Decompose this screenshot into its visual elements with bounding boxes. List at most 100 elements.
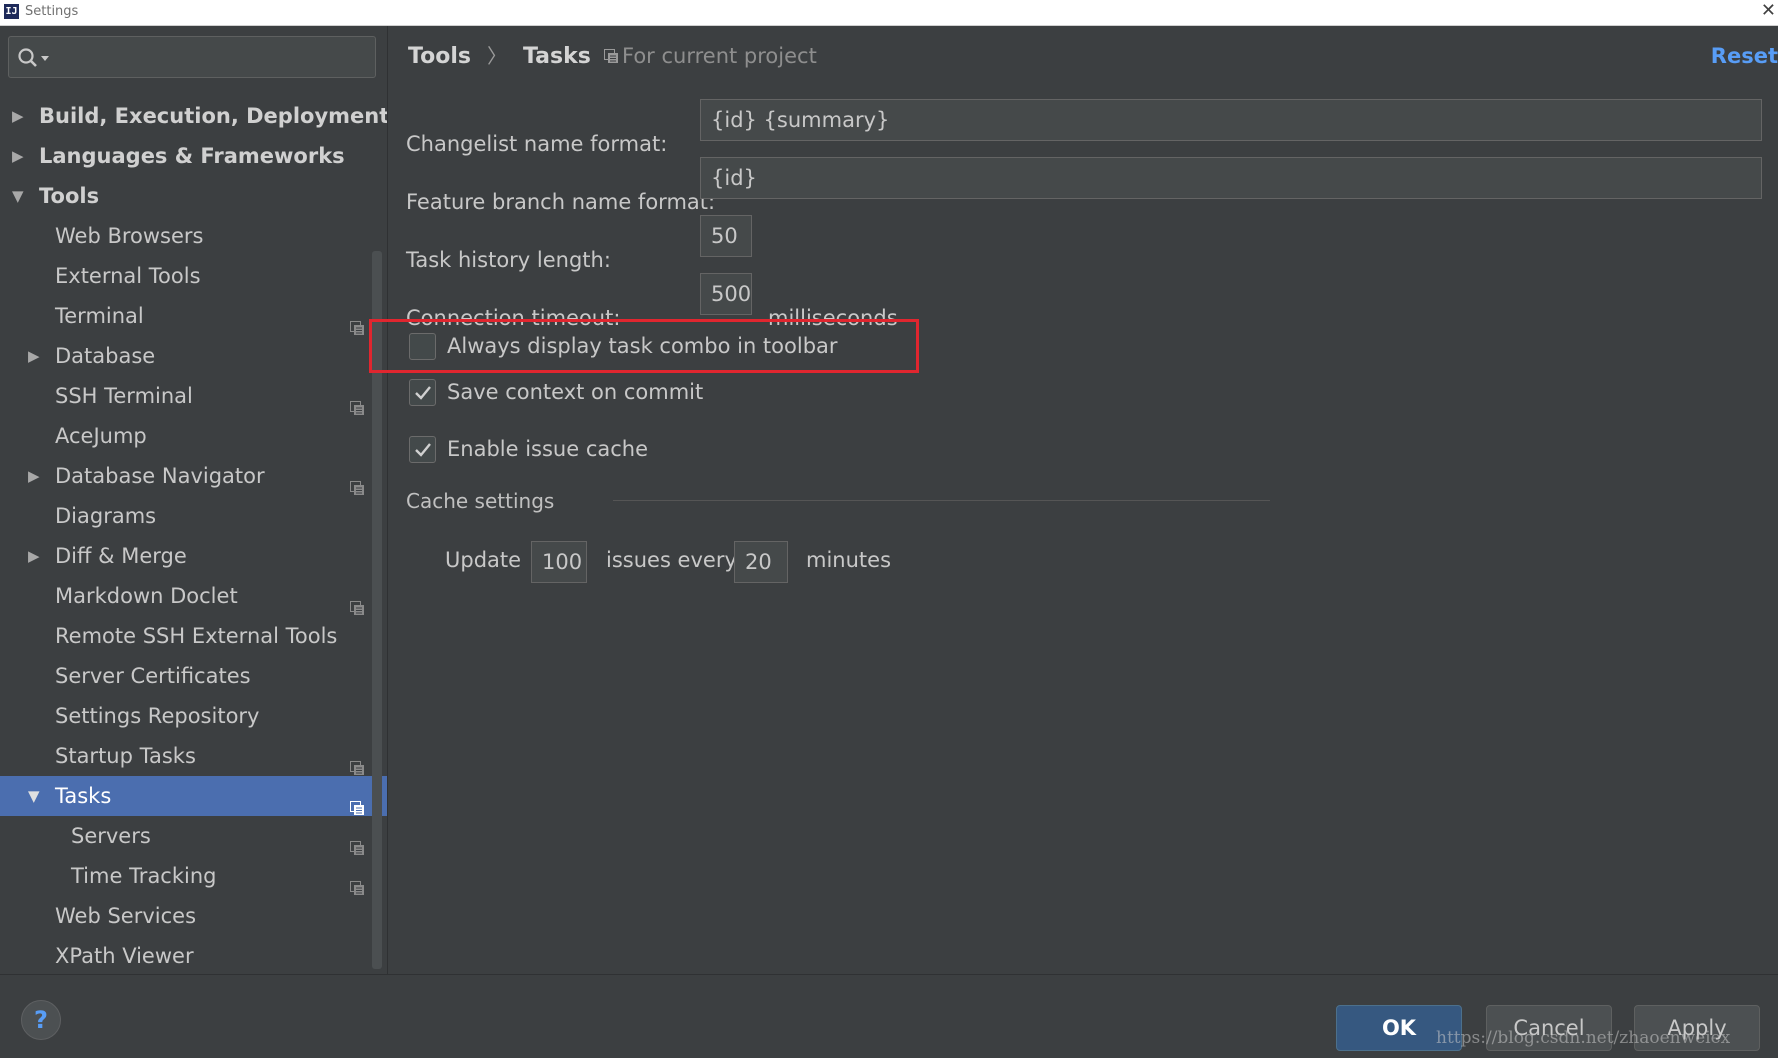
task-history-length-field[interactable]: 50 bbox=[700, 215, 752, 257]
sidebar-item-label: Tasks bbox=[55, 784, 112, 808]
sidebar-item-label: Languages & Frameworks bbox=[39, 144, 345, 168]
breadcrumb-tasks: Tasks bbox=[522, 44, 591, 69]
sidebar-item-label: Web Browsers bbox=[55, 224, 204, 248]
help-button[interactable]: ? bbox=[21, 1000, 61, 1040]
sidebar-item-label: Startup Tasks bbox=[55, 744, 196, 768]
project-scope-icon bbox=[350, 309, 365, 335]
settings-sidebar: ▶ Build, Execution, Deployment ▶ Languages … bbox=[0, 26, 390, 976]
project-scope-icon bbox=[350, 789, 365, 815]
sidebar-item-ssh-terminal[interactable]: SSH Terminal bbox=[0, 376, 387, 416]
always-display-checkbox-box[interactable] bbox=[409, 333, 436, 360]
save-context-on-commit-checkbox[interactable]: Save context on commit bbox=[409, 377, 809, 407]
enable-cache-checkbox-box[interactable] bbox=[409, 436, 436, 463]
cache-settings-title: Cache settings bbox=[406, 489, 555, 513]
enable-issue-cache-checkbox[interactable]: Enable issue cache bbox=[409, 434, 809, 464]
collapsed-arrow-icon[interactable]: ▶ bbox=[12, 136, 24, 176]
always-display-task-combo-checkbox[interactable]: Always display task combo in toolbar bbox=[409, 331, 909, 361]
update-count-field[interactable]: 100 bbox=[531, 541, 587, 583]
issues-every-label: issues every bbox=[606, 548, 737, 572]
window-title: Settings bbox=[25, 4, 79, 19]
project-scope-icon bbox=[350, 749, 365, 775]
changelist-format-field[interactable]: {id} {summary} bbox=[700, 99, 1762, 141]
enable-cache-checkbox-label[interactable]: Enable issue cache bbox=[447, 434, 648, 464]
sidebar-item-build-execution-deployment[interactable]: ▶ Build, Execution, Deployment bbox=[0, 96, 390, 136]
project-scope-icon bbox=[604, 49, 618, 63]
save-context-checkbox-box[interactable] bbox=[409, 379, 436, 406]
feature-branch-format-label: Feature branch name format: bbox=[406, 190, 716, 214]
feature-branch-format-field[interactable]: {id} bbox=[700, 157, 1762, 199]
watermark-text: https://blog.csdn.net/zhaoenweiex bbox=[1436, 1028, 1731, 1048]
sidebar-item-diagrams[interactable]: Diagrams bbox=[0, 496, 387, 536]
sidebar-item-label: Markdown Doclet bbox=[55, 584, 238, 608]
sidebar-item-label: AceJump bbox=[55, 424, 147, 448]
collapsed-arrow-icon[interactable]: ▶ bbox=[12, 96, 24, 136]
collapsed-arrow-icon[interactable]: ▶ bbox=[28, 336, 40, 376]
intellij-app-icon: IJ bbox=[4, 4, 19, 19]
reset-link[interactable]: Reset bbox=[1711, 41, 1778, 71]
settings-tree: ▶ Build, Execution, Deployment ▶ Languages … bbox=[0, 96, 390, 976]
sidebar-item-web-browsers[interactable]: Web Browsers bbox=[0, 216, 387, 256]
sidebar-item-label: Server Certificates bbox=[55, 664, 251, 688]
sidebar-item-database[interactable]: ▶ Database bbox=[0, 336, 387, 376]
minutes-label: minutes bbox=[806, 548, 892, 572]
project-scope-icon bbox=[350, 589, 365, 615]
changelist-format-label: Changelist name format: bbox=[406, 132, 668, 156]
sidebar-item-label: Diff & Merge bbox=[55, 544, 187, 568]
sidebar-item-remote-ssh-external-tools[interactable]: Remote SSH External Tools bbox=[0, 616, 387, 656]
sidebar-item-label: Database Navigator bbox=[55, 464, 265, 488]
collapsed-arrow-icon[interactable]: ▶ bbox=[28, 536, 40, 576]
sidebar-item-external-tools[interactable]: External Tools bbox=[0, 256, 387, 296]
always-display-checkbox-label[interactable]: Always display task combo in toolbar bbox=[447, 331, 838, 361]
sidebar-item-label: Terminal bbox=[55, 304, 144, 328]
sidebar-item-settings-repository[interactable]: Settings Repository bbox=[0, 696, 387, 736]
sidebar-item-label: Servers bbox=[71, 824, 151, 848]
dialog-footer: ? OK Cancel Apply https://blog.csdn.net/… bbox=[0, 974, 1778, 1058]
sidebar-item-label: Remote SSH External Tools bbox=[55, 624, 338, 648]
sidebar-item-label: Database bbox=[55, 344, 156, 368]
project-scope-icon bbox=[350, 389, 365, 415]
expanded-arrow-icon[interactable]: ▼ bbox=[12, 176, 24, 216]
sidebar-item-label: Time Tracking bbox=[71, 864, 217, 888]
sidebar-item-acejump[interactable]: AceJump bbox=[0, 416, 387, 456]
search-icon[interactable] bbox=[17, 46, 53, 70]
sidebar-item-startup-tasks[interactable]: Startup Tasks bbox=[0, 736, 387, 776]
sidebar-item-time-tracking[interactable]: Time Tracking bbox=[0, 856, 387, 896]
scope-indicator: For current project bbox=[604, 41, 817, 71]
sidebar-item-terminal[interactable]: Terminal bbox=[0, 296, 387, 336]
connection-timeout-field[interactable]: 500 bbox=[700, 273, 752, 315]
sidebar-item-xpath-viewer[interactable]: XPath Viewer bbox=[0, 936, 387, 976]
update-label: Update bbox=[445, 548, 522, 572]
sidebar-item-label: SSH Terminal bbox=[55, 384, 193, 408]
sidebar-item-server-certificates[interactable]: Server Certificates bbox=[0, 656, 387, 696]
sidebar-item-label: Build, Execution, Deployment bbox=[39, 104, 390, 128]
sidebar-item-label: Settings Repository bbox=[55, 704, 260, 728]
checkmark-icon bbox=[415, 443, 431, 457]
save-context-checkbox-label[interactable]: Save context on commit bbox=[447, 377, 703, 407]
tasks-settings-panel: Tools 〉 Tasks For current project Reset Ch… bbox=[369, 26, 1778, 974]
sidebar-item-label: Diagrams bbox=[55, 504, 157, 528]
settings-search-input[interactable] bbox=[8, 36, 376, 78]
breadcrumb-separator-icon: 〉 bbox=[486, 44, 507, 68]
sidebar-item-database-navigator[interactable]: ▶ Database Navigator bbox=[0, 456, 387, 496]
update-minutes-field[interactable]: 20 bbox=[734, 541, 788, 583]
breadcrumb-tools: Tools bbox=[408, 44, 471, 69]
sidebar-item-tools[interactable]: ▼ Tools bbox=[0, 176, 387, 216]
checkmark-icon bbox=[415, 386, 431, 400]
cache-settings-separator bbox=[613, 500, 1270, 501]
close-icon[interactable]: ✕ bbox=[1761, 1, 1776, 21]
sidebar-item-label: Tools bbox=[39, 184, 100, 208]
collapsed-arrow-icon[interactable]: ▶ bbox=[28, 456, 40, 496]
sidebar-item-markdown-doclet[interactable]: Markdown Doclet bbox=[0, 576, 387, 616]
sidebar-item-web-services[interactable]: Web Services bbox=[0, 896, 387, 936]
scope-label: For current project bbox=[622, 44, 817, 68]
sidebar-item-languages-frameworks[interactable]: ▶ Languages & Frameworks bbox=[0, 136, 387, 176]
window-title-bar: IJ Settings ✕ bbox=[0, 0, 1778, 26]
breadcrumb: Tools 〉 Tasks For current project bbox=[408, 41, 817, 71]
sidebar-item-diff-merge[interactable]: ▶ Diff & Merge bbox=[0, 536, 387, 576]
project-scope-icon bbox=[350, 469, 365, 495]
sidebar-item-label: Web Services bbox=[55, 904, 197, 928]
sidebar-item-label: External Tools bbox=[55, 264, 201, 288]
sidebar-item-servers[interactable]: Servers bbox=[0, 816, 387, 856]
sidebar-item-tasks[interactable]: ▼ Tasks bbox=[0, 776, 387, 816]
expanded-arrow-icon[interactable]: ▼ bbox=[28, 776, 40, 816]
